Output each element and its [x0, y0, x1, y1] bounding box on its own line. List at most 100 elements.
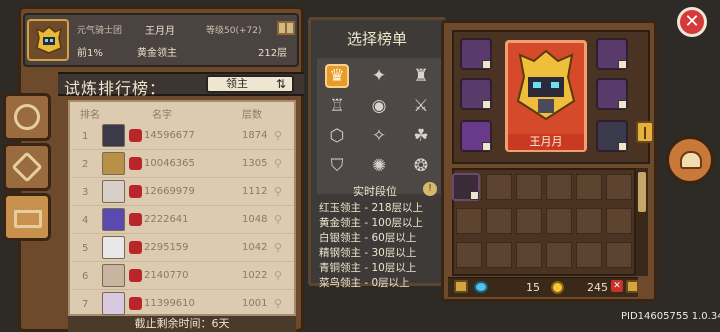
table-row[interactable]: 6 2140770 1022 ⚲ — [72, 262, 294, 290]
equip-slot-boots[interactable] — [460, 120, 492, 152]
search-icon[interactable]: ⚲ — [274, 241, 282, 254]
inventory-slot[interactable] — [576, 242, 602, 268]
leaderboard-selection-panel: 选择榜单 ♛ ✦ ♜ ♖ ◉ ⚔ ⬡ ✧ ☘ ⛉ ✺ ❂ 实时段位 ! 红玉领主… — [308, 17, 446, 289]
equip-slot-belt[interactable] — [596, 78, 628, 110]
row-rank: 2 — [82, 159, 89, 170]
player-header-card: 元气骑士团 王月月 等级50(+72) 前1% 黄金领主 212层 — [23, 13, 299, 67]
search-icon[interactable]: ⚲ — [274, 213, 282, 226]
inventory-slot[interactable] — [576, 174, 602, 200]
leaderboard-bar: 试炼排行榜： 领主 ⇅ — [58, 72, 304, 98]
class-icon-6[interactable]: ⚔ — [409, 94, 433, 118]
class-icon-grid: ♛ ✦ ♜ ♖ ◉ ⚔ ⬡ ✧ ☘ ⛉ ✺ ❂ — [317, 58, 441, 194]
inventory-item[interactable] — [452, 173, 480, 201]
avatar — [102, 124, 125, 147]
equip-slot-helmet[interactable] — [460, 38, 492, 70]
inventory-slot[interactable] — [456, 242, 482, 268]
row-floor: 1048 — [242, 214, 268, 225]
table-row[interactable]: 1 14596677 1874 ⚲ — [72, 122, 294, 150]
class-icon-4[interactable]: ♖ — [325, 94, 349, 118]
knight-helmet-icon — [35, 26, 63, 54]
inventory-slot[interactable] — [456, 208, 482, 234]
player-avatar — [27, 19, 69, 61]
class-icon-2[interactable]: ✦ — [367, 64, 391, 88]
close-button[interactable]: ✕ — [677, 7, 707, 37]
equip-slot-ring[interactable] — [460, 78, 492, 110]
player-id-version: PID14605755 1.0.34 — [621, 311, 720, 322]
equip-slot-armor[interactable] — [596, 38, 628, 70]
table-row[interactable]: 2 10046365 1305 ⚲ — [72, 150, 294, 178]
class-icon-10[interactable]: ⛉ — [325, 154, 349, 178]
coin-count: 245 — [587, 281, 608, 294]
avatar — [102, 180, 125, 203]
lock-icon — [482, 142, 491, 151]
class-icon-8[interactable]: ✧ — [367, 124, 391, 148]
table-row[interactable]: 7 11399610 1001 ⚲ — [72, 290, 294, 318]
avatar — [102, 264, 125, 287]
lock-icon — [470, 191, 479, 200]
player-level: 等级50(+72) — [206, 26, 262, 36]
inventory-slot[interactable] — [576, 208, 602, 234]
box-icon[interactable] — [626, 280, 639, 293]
inventory-slot[interactable] — [516, 174, 542, 200]
class-icon-3[interactable]: ♜ — [409, 64, 433, 88]
leaderboard-selected: 领主 — [226, 77, 248, 90]
search-icon[interactable]: ⚲ — [274, 297, 282, 310]
tab-diamond[interactable] — [3, 143, 51, 191]
gem-count: 15 — [526, 281, 540, 294]
class-icon-12[interactable]: ❂ — [409, 154, 433, 178]
lock-icon — [482, 60, 491, 69]
tab-podium[interactable] — [3, 193, 51, 241]
player-name: 王月月 — [145, 26, 175, 37]
class-icon-7[interactable]: ⬡ — [325, 124, 349, 148]
feather-icon — [14, 104, 40, 130]
column-rank: 排名 — [80, 110, 100, 121]
inventory-slot[interactable] — [486, 242, 512, 268]
scrollbar-thumb[interactable] — [638, 172, 646, 212]
expand-arrow-button[interactable]: ❙ — [636, 121, 654, 143]
row-rank: 4 — [82, 215, 89, 226]
close-small-icon[interactable]: ✕ — [611, 280, 623, 292]
rank-badge-icon — [129, 213, 142, 226]
search-icon[interactable]: ⚲ — [274, 129, 282, 142]
table-row[interactable]: 4 2222641 1048 ⚲ — [72, 206, 294, 234]
inventory-slot[interactable] — [606, 242, 632, 268]
rank-badge-icon — [129, 241, 142, 254]
search-icon[interactable]: ⚲ — [274, 185, 282, 198]
class-icon-1[interactable]: ♛ — [325, 64, 349, 88]
rank-badge-icon — [129, 185, 142, 198]
leaderboard-selector[interactable]: 领主 ⇅ — [206, 75, 294, 93]
inventory-slot[interactable] — [546, 208, 572, 234]
inventory-slot[interactable] — [546, 242, 572, 268]
inventory-slot[interactable] — [516, 242, 542, 268]
tab-feather[interactable] — [3, 93, 51, 141]
diamond-icon — [11, 151, 43, 183]
rank-badge-icon — [129, 297, 142, 310]
row-name: 12669979 — [144, 186, 195, 197]
table-row[interactable]: 3 12669979 1112 ⚲ — [72, 178, 294, 206]
info-icon[interactable]: ! — [423, 182, 437, 196]
helmet-button[interactable] — [666, 136, 714, 184]
row-name: 2222641 — [144, 214, 189, 225]
search-icon[interactable]: ⚲ — [274, 157, 282, 170]
class-icon-5[interactable]: ◉ — [367, 94, 391, 118]
player-title: 黄金领主 — [137, 48, 177, 59]
row-floor: 1042 — [242, 242, 268, 253]
table-row[interactable]: 5 2295159 1042 ⚲ — [72, 234, 294, 262]
row-rank: 6 — [82, 271, 89, 282]
column-floor: 层数 — [242, 110, 262, 121]
row-floor: 1112 — [242, 186, 268, 197]
inventory-slot[interactable] — [546, 174, 572, 200]
class-icon-11[interactable]: ✺ — [367, 154, 391, 178]
inventory-slot[interactable] — [486, 208, 512, 234]
inventory-slot[interactable] — [606, 174, 632, 200]
tier-line: 青铜领主 - 10层以上 — [319, 262, 417, 274]
inventory-slot[interactable] — [606, 208, 632, 234]
inventory-slot[interactable] — [516, 208, 542, 234]
class-icon-9[interactable]: ☘ — [409, 124, 433, 148]
inventory-slot[interactable] — [486, 174, 512, 200]
equip-slot-weapon[interactable] — [596, 120, 628, 152]
search-icon[interactable]: ⚲ — [274, 269, 282, 282]
row-floor: 1022 — [242, 270, 268, 281]
gift-icon[interactable] — [277, 21, 295, 35]
chest-icon[interactable] — [454, 280, 468, 293]
